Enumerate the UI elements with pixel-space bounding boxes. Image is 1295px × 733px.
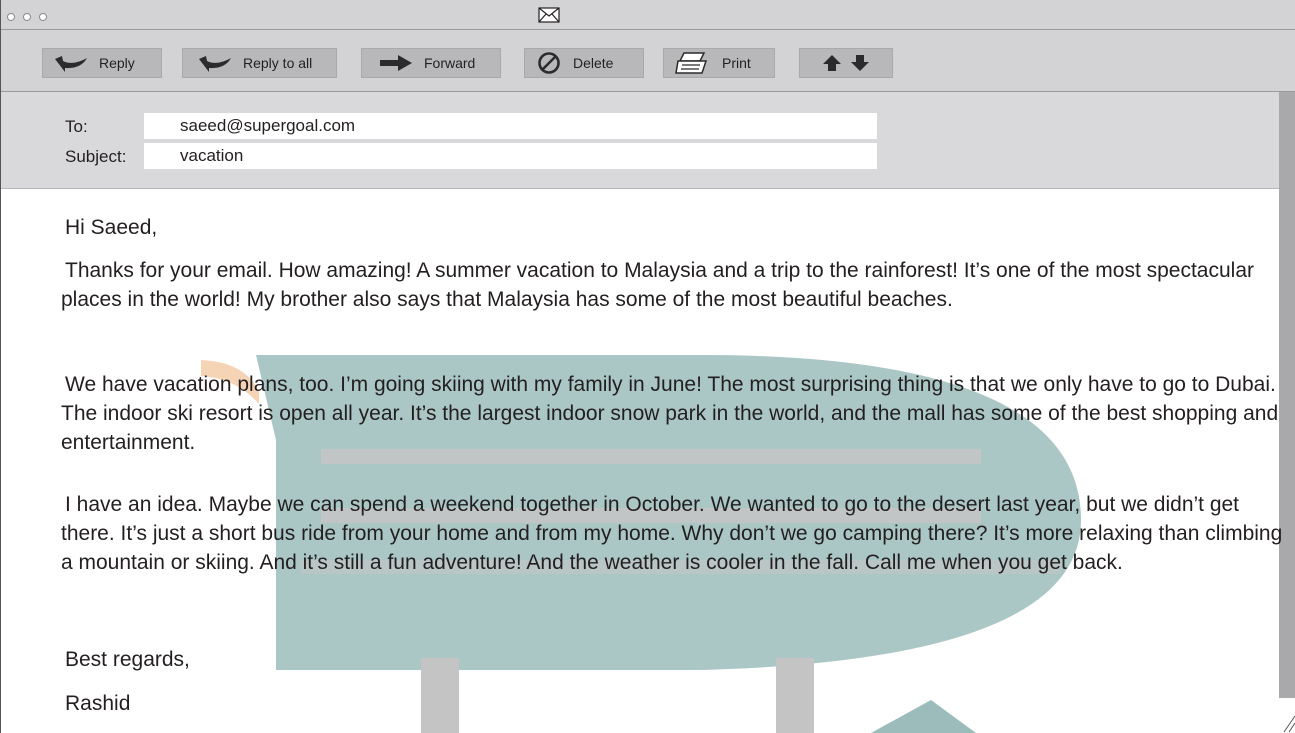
toolbar: Reply Reply to all Forward Delete Print [1,30,1295,92]
previous-next-buttons [799,48,893,78]
body-paragraph-1: Thanks for your email. How amazing! A su… [61,259,1255,311]
prohibited-icon [538,52,560,74]
printer-icon [675,52,708,74]
resize-grip-icon[interactable] [1282,712,1295,733]
to-label: To: [65,117,88,136]
reply-arrow-icon [55,56,87,72]
delete-button[interactable]: Delete [524,48,644,78]
forward-label: Forward [424,55,476,71]
email-window: Reply Reply to all Forward Delete Print … [0,0,1295,733]
reply-all-button[interactable]: Reply to all [182,48,337,78]
subject-label: Subject: [65,147,127,166]
to-field[interactable]: saeed@supergoal.com [144,113,877,139]
delete-label: Delete [573,55,614,71]
message-header: To: saeed@supergoal.com Subject: vacatio… [1,92,1279,189]
envelope-icon [538,7,560,23]
reply-all-label: Reply to all [243,55,313,71]
body-paragraph-2: We have vacation plans, too. I’m going s… [61,373,1279,454]
print-button[interactable]: Print [663,48,775,78]
minimize-window-button[interactable] [23,13,31,21]
subject-field[interactable]: vacation [144,143,877,169]
arrow-up-icon[interactable] [822,54,842,72]
reply-button[interactable]: Reply [42,48,162,78]
print-label: Print [722,55,751,71]
forward-arrow-icon [380,55,412,71]
greeting: Hi Saeed, [65,216,158,239]
forward-button[interactable]: Forward [361,48,501,78]
title-bar [1,0,1295,30]
closing: Best regards, [65,648,190,671]
reply-all-arrow-icon [199,56,231,72]
close-window-button[interactable] [7,13,15,21]
reply-label: Reply [99,55,135,71]
zoom-window-button[interactable] [39,13,47,21]
body-paragraph-3: I have an idea. Maybe we can spend a wee… [61,493,1283,574]
signature: Rashid [65,692,131,715]
arrow-down-icon[interactable] [850,54,870,72]
